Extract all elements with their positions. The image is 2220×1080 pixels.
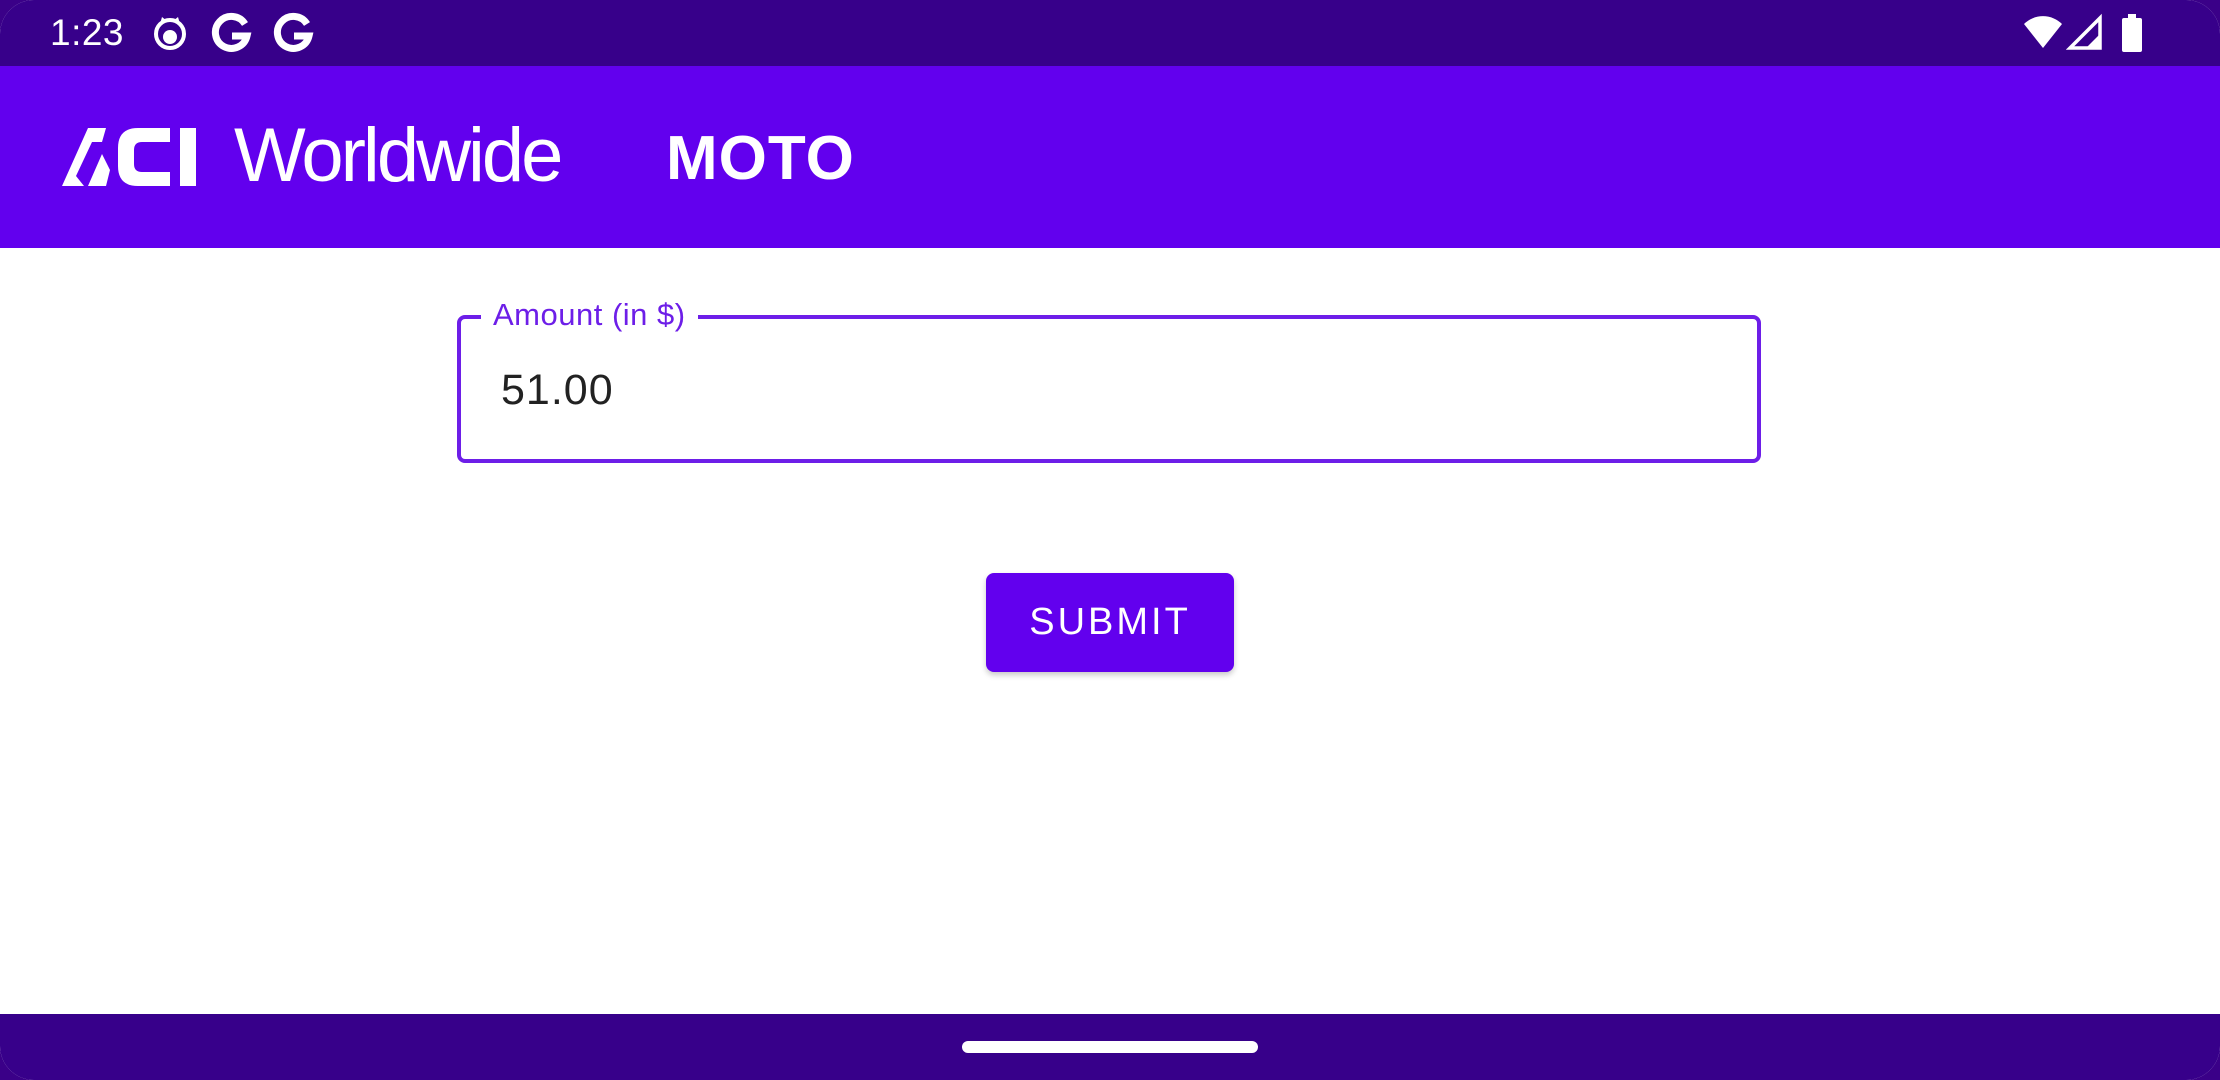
google-g-icon (211, 12, 252, 52)
cat-face-icon (154, 17, 186, 50)
cell-signal-icon (2066, 13, 2102, 50)
status-time: 1:23 (50, 12, 125, 53)
amount-field[interactable]: Amount (in $) (457, 295, 1761, 463)
amount-field-label: Amount (in $) (481, 295, 698, 335)
battery-icon (2122, 14, 2142, 52)
aci-worldwide-logo: Worldwide (62, 113, 563, 198)
logo-text-worldwide: Worldwide (234, 113, 563, 198)
submit-button[interactable]: SUBMIT (986, 573, 1234, 672)
app-bar: Worldwide MOTO (0, 66, 2220, 248)
status-bar: 1:23 (0, 0, 2220, 66)
wifi-icon (2024, 16, 2062, 48)
home-gesture-handle[interactable] (962, 1041, 1258, 1053)
aci-logo-mark (62, 128, 196, 186)
navigation-bar (0, 1014, 2220, 1080)
app-screen: 1:23 Worldwide MOTO Amount (in $) 51.00 … (0, 0, 2220, 1080)
google-g-icon (273, 12, 314, 52)
page-title: MOTO (666, 124, 855, 193)
amount-input[interactable] (501, 365, 1701, 415)
